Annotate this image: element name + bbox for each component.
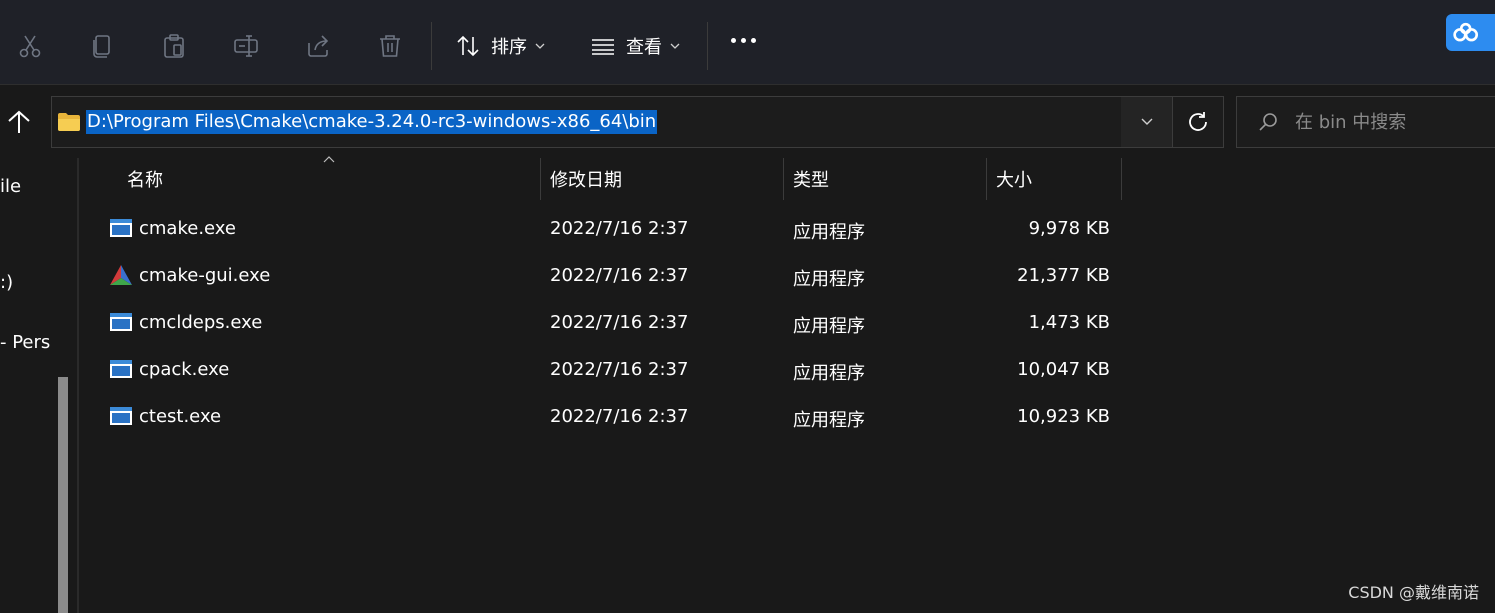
address-path[interactable]: D:\Program Files\Cmake\cmake-3.24.0-rc3-…	[86, 110, 658, 134]
file-row[interactable]: cmake-gui.exe 2022/7/16 2:37 应用程序 21,377…	[100, 256, 1120, 296]
file-date: 2022/7/16 2:37	[550, 312, 689, 333]
file-date: 2022/7/16 2:37	[550, 265, 689, 286]
file-name: ctest.exe	[139, 406, 222, 427]
sort-button[interactable]: 排序	[455, 31, 545, 61]
chevron-down-icon	[1141, 118, 1153, 125]
file-type: 应用程序	[793, 363, 865, 384]
file-size: 9,978 KB	[1028, 218, 1110, 239]
nav-scrollbar[interactable]	[58, 377, 68, 613]
navigation-pane: ile :) - Pers	[0, 150, 52, 613]
nav-item[interactable]: - Pers	[0, 332, 50, 353]
pane-divider[interactable]	[77, 158, 79, 613]
chevron-down-icon	[535, 43, 545, 49]
paste-icon[interactable]	[160, 31, 188, 61]
file-row[interactable]: cmake.exe 2022/7/16 2:37 应用程序 9,978 KB	[100, 209, 1120, 249]
column-separator[interactable]	[783, 158, 784, 200]
file-name: cpack.exe	[139, 359, 230, 380]
file-size: 10,923 KB	[1017, 406, 1110, 427]
exe-icon	[110, 313, 132, 331]
file-name: cmcldeps.exe	[139, 312, 263, 333]
copy-icon[interactable]	[88, 31, 116, 61]
column-separator[interactable]	[986, 158, 987, 200]
share-icon[interactable]	[304, 31, 332, 61]
column-header-type[interactable]: 类型	[793, 158, 829, 200]
file-row[interactable]: cmcldeps.exe 2022/7/16 2:37 应用程序 1,473 K…	[100, 303, 1120, 343]
sort-ascending-icon	[323, 156, 335, 163]
address-bar[interactable]: D:\Program Files\Cmake\cmake-3.24.0-rc3-…	[51, 96, 1173, 148]
nav-item[interactable]: ile	[0, 176, 21, 197]
file-type: 应用程序	[793, 410, 865, 431]
file-size: 10,047 KB	[1017, 359, 1110, 380]
command-bar: 排序 查看	[0, 0, 1495, 85]
file-name: cmake.exe	[139, 218, 236, 239]
cloud-sync-icon[interactable]	[1446, 14, 1495, 51]
column-separator[interactable]	[1121, 158, 1122, 200]
exe-icon	[110, 407, 132, 425]
up-arrow-icon[interactable]	[6, 108, 32, 136]
search-box[interactable]	[1236, 96, 1495, 148]
folder-icon	[58, 113, 80, 131]
file-size: 1,473 KB	[1028, 312, 1110, 333]
delete-icon[interactable]	[376, 31, 404, 61]
exe-icon	[110, 219, 132, 237]
refresh-button[interactable]	[1172, 96, 1224, 148]
more-icon[interactable]	[731, 38, 756, 43]
cut-icon[interactable]	[16, 31, 44, 61]
column-separator[interactable]	[540, 158, 541, 200]
nav-item[interactable]: :)	[0, 272, 13, 293]
sort-icon	[457, 35, 479, 57]
file-date: 2022/7/16 2:37	[550, 218, 689, 239]
file-row[interactable]: cpack.exe 2022/7/16 2:37 应用程序 10,047 KB	[100, 350, 1120, 390]
chevron-down-icon	[670, 43, 680, 49]
file-type: 应用程序	[793, 269, 865, 290]
view-icon	[592, 39, 614, 55]
view-button[interactable]: 查看	[590, 31, 680, 61]
file-date: 2022/7/16 2:37	[550, 359, 689, 380]
search-icon	[1259, 113, 1277, 131]
rename-icon[interactable]	[232, 31, 260, 61]
file-row[interactable]: ctest.exe 2022/7/16 2:37 应用程序 10,923 KB	[100, 397, 1120, 437]
refresh-icon	[1189, 112, 1207, 131]
column-header-size[interactable]: 大小	[996, 158, 1032, 200]
cmake-gui-icon	[110, 265, 132, 285]
toolbar-separator	[707, 22, 708, 70]
file-type: 应用程序	[793, 316, 865, 337]
search-input[interactable]	[1295, 111, 1495, 133]
file-date: 2022/7/16 2:37	[550, 406, 689, 427]
column-header-name[interactable]: 名称	[127, 158, 163, 200]
exe-icon	[110, 360, 132, 378]
file-size: 21,377 KB	[1017, 265, 1110, 286]
file-name: cmake-gui.exe	[139, 265, 271, 286]
column-header-date[interactable]: 修改日期	[550, 158, 622, 200]
toolbar-separator	[431, 22, 432, 70]
sort-label: 排序	[491, 37, 527, 58]
watermark: CSDN @戴维南诺	[1348, 583, 1479, 602]
file-type: 应用程序	[793, 222, 865, 243]
view-label: 查看	[626, 37, 662, 58]
address-history-button[interactable]	[1121, 97, 1173, 147]
